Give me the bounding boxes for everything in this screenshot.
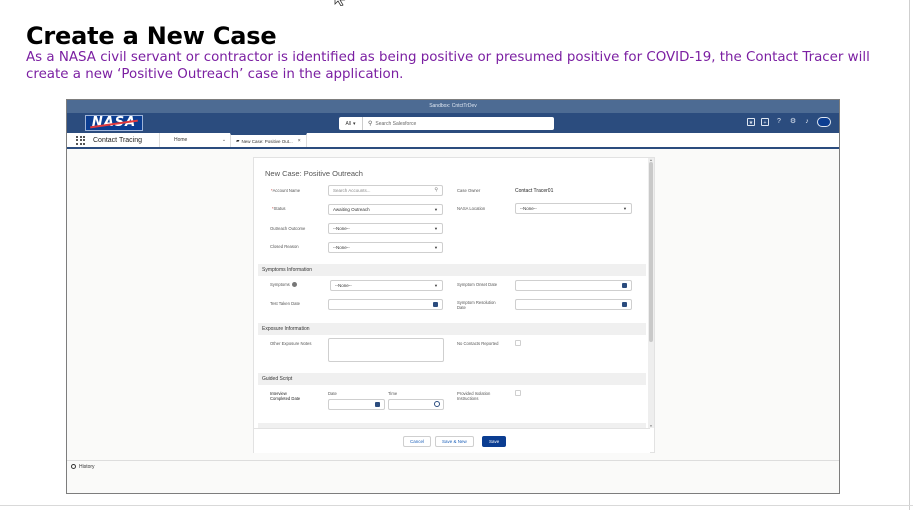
app-launcher-icon[interactable] xyxy=(76,135,85,145)
symptom-onset-date-input[interactable] xyxy=(515,280,632,291)
test-taken-label: Test Taken Date xyxy=(270,301,300,306)
nasa-location-select[interactable]: --None-- ▼ xyxy=(515,203,632,214)
outreach-outcome-select[interactable]: --None-- ▼ xyxy=(328,223,443,234)
time-label: Time xyxy=(388,391,398,396)
provided-isolation-checkbox[interactable] xyxy=(515,390,521,396)
modal-title: New Case: Positive Outreach xyxy=(265,169,363,178)
interview-time-input[interactable] xyxy=(388,399,444,410)
case-owner-value: Contact Tracer01 xyxy=(515,188,554,194)
account-name-label: *Account Name xyxy=(271,188,301,193)
symptom-onset-label: Symptom Onset Date xyxy=(457,282,498,287)
page-bottom-border xyxy=(0,505,913,506)
closed-reason-select[interactable]: --None-- ▼ xyxy=(328,242,443,253)
search-icon: ⚲ xyxy=(368,121,373,127)
modal-footer: Cancel Save & New Save xyxy=(254,428,650,453)
scroll-thumb[interactable] xyxy=(649,162,653,342)
section-symptoms-header[interactable]: Symptoms Information xyxy=(258,264,646,276)
search-scope-label: All xyxy=(345,120,352,127)
close-icon[interactable]: × xyxy=(298,138,301,144)
header-utility-icons: ★ + ? ⚙ ♪ xyxy=(747,117,831,127)
case-icon: ▰ xyxy=(236,138,240,143)
save-button[interactable]: Save xyxy=(482,436,507,447)
section-exposure-header[interactable]: Exposure Information xyxy=(258,323,646,335)
plus-icon[interactable]: + xyxy=(761,118,769,126)
cancel-button[interactable]: Cancel xyxy=(403,436,432,447)
save-and-new-button[interactable]: Save & New xyxy=(435,436,474,447)
status-label: *Status xyxy=(272,206,286,211)
page-title: Create a New Case xyxy=(26,22,277,50)
favorites-icon[interactable]: ★ xyxy=(747,118,755,126)
chevron-down-icon: ▼ xyxy=(434,245,438,250)
page-right-border xyxy=(909,0,910,510)
new-case-modal: New Case: Positive Outreach *Account Nam… xyxy=(253,157,655,453)
case-owner-label: Case Owner xyxy=(457,188,481,193)
provided-isolation-label: Provided Isolation Instructions xyxy=(457,391,491,401)
calendar-icon xyxy=(622,283,627,288)
history-item[interactable]: History xyxy=(79,464,95,470)
symptoms-select[interactable]: --None-- ▼ xyxy=(330,280,443,291)
nasa-location-label: NASA Location xyxy=(457,206,486,211)
symptom-resolution-label: Symptom Resolution Date xyxy=(457,300,496,310)
section-guided-script-header[interactable]: Guided Script xyxy=(258,373,646,385)
other-exposure-notes-label: Other Exposure Notes xyxy=(270,341,312,346)
date-label: Date xyxy=(328,391,337,396)
no-contacts-checkbox[interactable] xyxy=(515,340,521,346)
chevron-down-icon: ▼ xyxy=(623,206,627,211)
global-search[interactable]: All ▾ ⚲ Search Salesforce xyxy=(339,117,554,130)
help-icon[interactable]: ? xyxy=(775,118,783,126)
no-contacts-label: No Contacts Reported xyxy=(457,341,499,346)
search-input[interactable]: Search Salesforce xyxy=(375,121,416,127)
search-icon: ⚲ xyxy=(434,187,438,193)
chevron-down-icon[interactable]: ⌄ xyxy=(218,137,230,143)
slide-page: Create a New Case As a NASA civil servan… xyxy=(0,0,913,510)
page-description: As a NASA civil servant or contractor is… xyxy=(26,50,870,82)
interview-completed-label: Interview Completed Date xyxy=(270,391,301,401)
app-nav-bar: Contact Tracing Home ⌄ ▰ New Case: Posit… xyxy=(67,133,839,149)
interview-date-input[interactable] xyxy=(328,399,385,410)
nasa-logo[interactable]: NASA xyxy=(85,115,143,131)
bell-icon[interactable]: ♪ xyxy=(803,118,811,126)
screenshot-frame: Sandbox: CntctTrDev NASA All ▾ ⚲ Search … xyxy=(66,99,840,494)
calendar-icon xyxy=(622,302,627,307)
symptoms-label: Symptoms xyxy=(270,282,297,288)
app-name: Contact Tracing xyxy=(93,136,143,144)
form-body: *Account Name Search Accounts... ⚲ Case O… xyxy=(254,183,650,428)
global-header: NASA All ▾ ⚲ Search Salesforce ★ + ? ⚙ ♪ xyxy=(67,113,839,133)
tab-label: New Case: Positive Out... xyxy=(241,138,293,144)
other-exposure-notes-textarea[interactable] xyxy=(328,338,444,362)
outreach-outcome-label: Outreach Outcome xyxy=(270,226,306,231)
modal-scrollbar[interactable]: ▲ ▼ xyxy=(648,158,654,428)
gear-icon[interactable]: ⚙ xyxy=(789,118,797,126)
chevron-down-icon: ▼ xyxy=(434,207,438,212)
status-select[interactable]: Awaiting Outreach ▼ xyxy=(328,204,443,215)
test-taken-date-input[interactable] xyxy=(328,299,443,310)
chevron-down-icon: ▾ xyxy=(353,120,356,127)
sandbox-banner: Sandbox: CntctTrDev xyxy=(67,100,839,113)
nav-item-home[interactable]: Home xyxy=(159,133,218,147)
chevron-down-icon: ▼ xyxy=(434,226,438,231)
symptom-resolution-date-input[interactable] xyxy=(515,299,632,310)
tab-new-case[interactable]: ▰ New Case: Positive Out... × xyxy=(230,133,307,147)
calendar-icon xyxy=(433,302,438,307)
avatar[interactable] xyxy=(817,117,831,127)
account-name-input[interactable]: Search Accounts... ⚲ xyxy=(328,185,443,196)
history-icon xyxy=(71,464,76,469)
clock-icon xyxy=(434,401,440,407)
search-scope-dropdown[interactable]: All ▾ xyxy=(339,117,363,130)
chevron-down-icon: ▼ xyxy=(434,283,438,288)
info-icon xyxy=(291,282,297,288)
utility-bar: History xyxy=(67,460,839,472)
calendar-icon xyxy=(375,402,380,407)
mouse-cursor-icon xyxy=(334,0,346,6)
closed-reason-label: Closed Reason xyxy=(270,244,299,249)
